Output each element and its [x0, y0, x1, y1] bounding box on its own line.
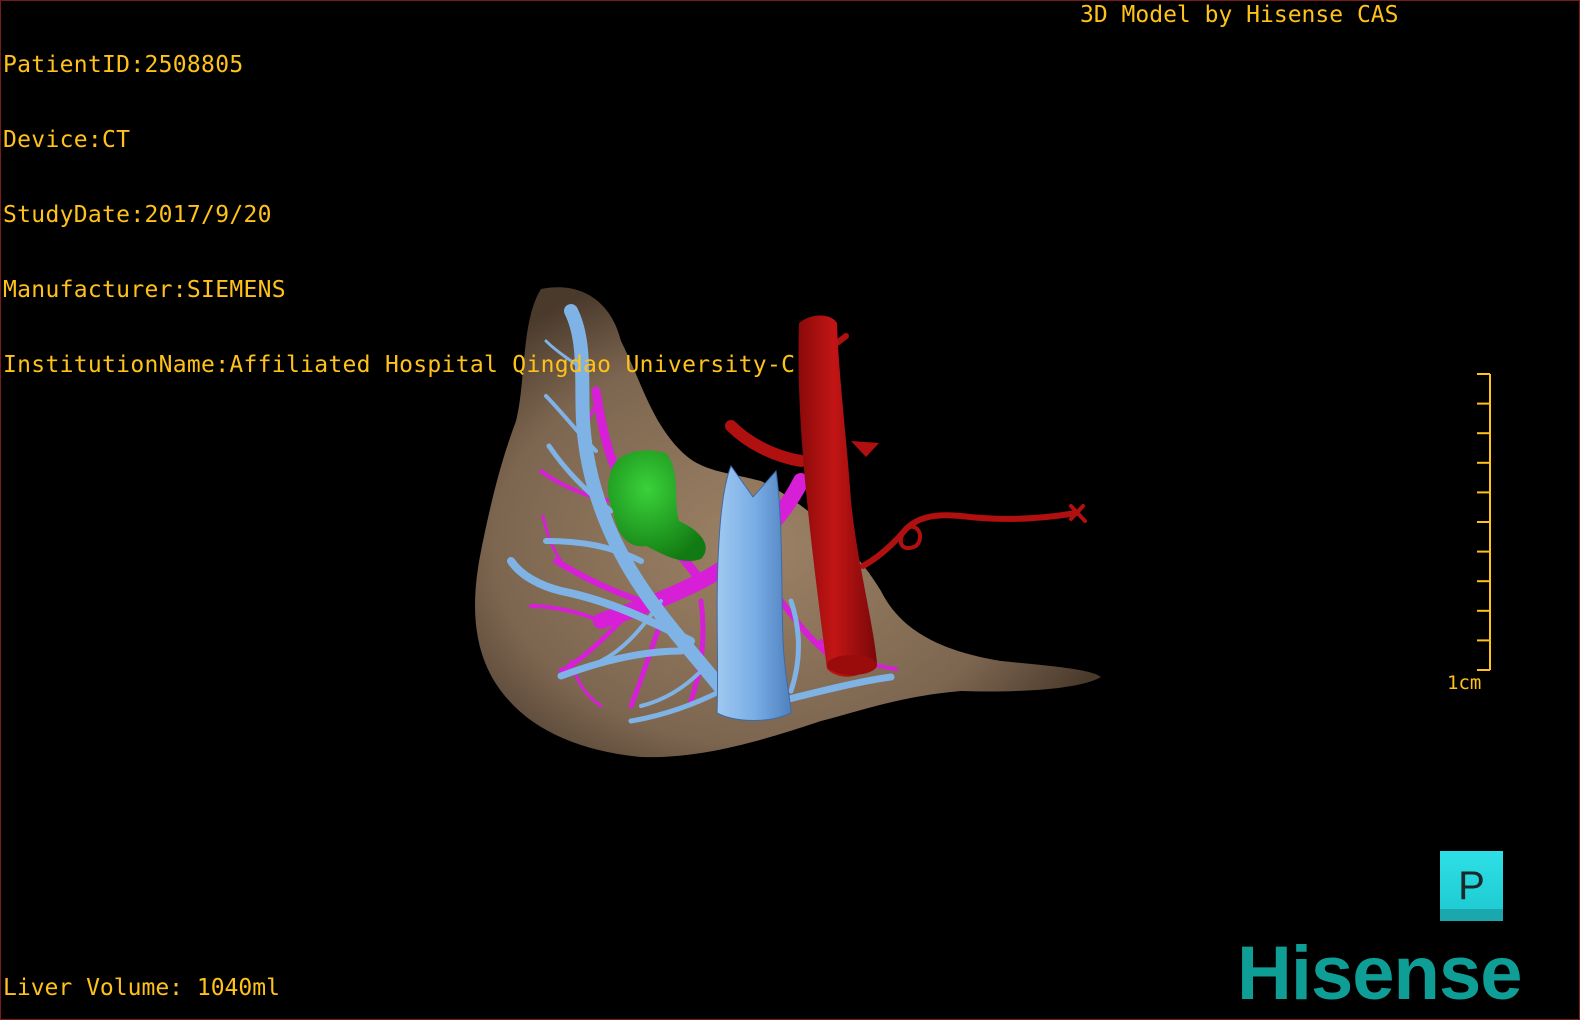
orientation-cube-button[interactable]: P [1440, 851, 1503, 921]
device-label: Device:CT [3, 127, 131, 153]
dicom-info: PatientID:2508805 Device:CT StudyDate:20… [3, 3, 795, 428]
model-credit: 3D Model by Hisense CAS [1080, 2, 1399, 28]
scale-label: 1cm [1447, 672, 1482, 694]
study-date-label: StudyDate:2017/9/20 [3, 202, 272, 228]
scale-ruler [1477, 373, 1491, 671]
manufacturer-label: Manufacturer:SIEMENS [3, 277, 286, 303]
liver-volume-label: Liver Volume: 1040ml [3, 975, 280, 1001]
patient-id-label: PatientID:2508805 [3, 52, 244, 78]
hisense-logo: Hisense [1237, 931, 1522, 1016]
3d-viewport[interactable]: PatientID:2508805 Device:CT StudyDate:20… [0, 0, 1580, 1020]
institution-label: InstitutionName:Affiliated Hospital Qing… [3, 352, 796, 378]
orientation-label: P [1458, 864, 1485, 908]
orientation-cube-base [1440, 909, 1503, 921]
